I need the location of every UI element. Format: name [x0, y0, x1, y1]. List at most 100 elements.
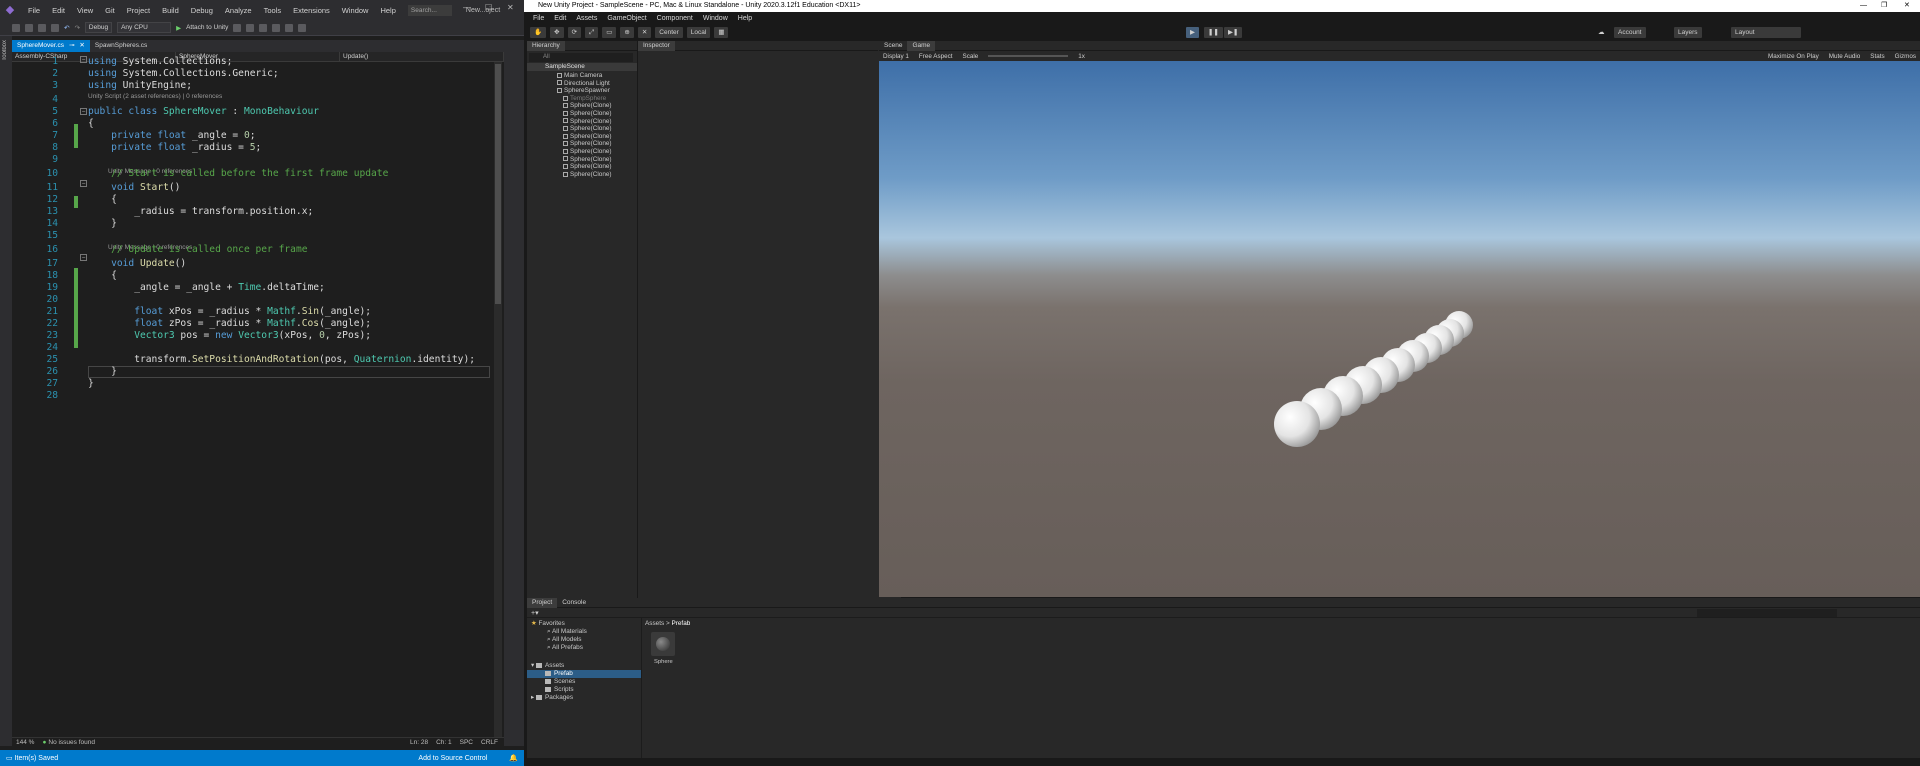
menu-analyze[interactable]: Analyze — [219, 6, 258, 15]
code-line[interactable]: void Start() — [88, 182, 180, 194]
scale-tool-icon[interactable]: ⤢ — [585, 26, 599, 38]
maximize-icon[interactable]: ☐ — [485, 3, 492, 12]
toolbar-icon[interactable] — [233, 23, 242, 32]
menu-window[interactable]: Window — [698, 15, 733, 22]
tab-game[interactable]: Game — [907, 40, 936, 51]
packages-folder[interactable]: ▸ Packages — [531, 694, 573, 702]
undo-icon[interactable]: ↶ — [64, 24, 69, 32]
minimize-icon[interactable]: — — [463, 3, 471, 12]
tab-inspector[interactable]: Inspector — [638, 40, 675, 51]
code-line[interactable]: float zPos = _radius * Mathf.Cos(_angle)… — [88, 318, 371, 330]
save-all-icon[interactable] — [51, 23, 59, 32]
toolbox-strip[interactable]: Toolbox — [0, 36, 12, 746]
favorite-all-models[interactable]: ⌕ All Models — [547, 636, 582, 644]
tab-console[interactable]: Console — [557, 598, 591, 608]
tab-scene[interactable]: Scene — [879, 41, 907, 51]
account-dropdown[interactable]: Account — [1614, 26, 1646, 38]
menu-gameobject[interactable]: GameObject — [602, 15, 651, 22]
member-dropdown[interactable]: Update() — [340, 52, 504, 61]
menu-extensions[interactable]: Extensions — [287, 6, 336, 15]
display-dropdown[interactable]: Display 1 — [883, 53, 909, 60]
custom-tool-icon[interactable]: ✕ — [637, 26, 652, 38]
tab-project[interactable]: Project — [527, 597, 558, 608]
toolbox-label[interactable]: Toolbox — [2, 40, 8, 61]
grid-snap-icon[interactable]: ▦ — [714, 26, 729, 38]
close-tab-icon[interactable]: ✕ — [79, 40, 84, 52]
hand-tool-icon[interactable]: ✋ — [530, 26, 547, 38]
layout-dropdown[interactable]: Layout — [1731, 26, 1801, 38]
rect-tool-icon[interactable]: ▭ — [602, 26, 617, 38]
play-button-icon[interactable]: ▶ — [1186, 26, 1199, 38]
favorite-all-prefabs[interactable]: ⌕ All Prefabs — [547, 644, 583, 652]
gizmos-button[interactable]: Gizmos — [1895, 53, 1916, 60]
folder-scenes[interactable]: Scenes — [545, 678, 575, 686]
minimize-icon[interactable]: — — [1860, 0, 1867, 12]
assets-folder[interactable]: ▾ Assets — [531, 662, 564, 670]
tab-hierarchy[interactable]: Hierarchy — [527, 40, 565, 51]
project-search-input[interactable] — [1697, 609, 1837, 617]
game-view[interactable] — [879, 61, 1920, 597]
code-line[interactable]: using UnityEngine; — [88, 80, 192, 92]
pin-icon[interactable]: ⊸ — [69, 40, 74, 52]
layers-dropdown[interactable]: Layers — [1674, 26, 1702, 38]
fold-icon[interactable]: − — [80, 108, 87, 115]
bookmark-icon[interactable] — [285, 23, 294, 32]
code-line[interactable]: _angle = _angle + Time.deltaTime; — [88, 282, 325, 294]
code-line[interactable]: { — [88, 194, 117, 206]
aspect-dropdown[interactable]: Free Aspect — [919, 53, 953, 60]
configuration-select[interactable]: Debug — [84, 22, 113, 33]
vs-search-input[interactable]: Search... — [407, 4, 452, 16]
menu-view[interactable]: View — [71, 6, 99, 15]
move-tool-icon[interactable]: ✥ — [550, 26, 564, 38]
code-line[interactable]: // Start is called before the first fram… — [88, 168, 388, 180]
rotate-tool-icon[interactable]: ⟳ — [567, 26, 581, 38]
mute-audio-button[interactable]: Mute Audio — [1829, 53, 1861, 60]
breadcrumb-prefab[interactable]: Prefab — [671, 620, 690, 627]
maximize-on-play-button[interactable]: Maximize On Play — [1768, 53, 1819, 60]
codelens-class[interactable]: Unity Script (2 asset references) | 0 re… — [88, 92, 222, 101]
attach-to-unity-button[interactable]: Attach to Unity — [186, 24, 228, 31]
redo-icon[interactable]: ↷ — [74, 24, 79, 32]
toolbar-icon[interactable] — [259, 23, 268, 32]
code-line[interactable]: transform.SetPositionAndRotation(pos, Qu… — [88, 354, 475, 366]
add-icon[interactable]: +▾ — [531, 609, 539, 617]
pause-button-icon[interactable]: ❚❚ — [1204, 26, 1223, 38]
code-line[interactable]: } — [88, 218, 117, 230]
menu-build[interactable]: Build — [156, 6, 185, 15]
hierarchy-search-input[interactable]: All — [529, 53, 633, 62]
menu-project[interactable]: Project — [121, 6, 156, 15]
close-icon[interactable]: ✕ — [1904, 0, 1910, 12]
issues-status[interactable]: No issues found — [48, 739, 95, 746]
code-editor[interactable]: − − − − Unity Script (2 asset references… — [12, 56, 494, 740]
fold-icon[interactable]: − — [80, 56, 87, 63]
menu-window[interactable]: Window — [336, 6, 375, 15]
menu-edit[interactable]: Edit — [46, 6, 71, 15]
pivot-local-button[interactable]: Local — [686, 26, 711, 38]
editor-scrollbar[interactable] — [494, 62, 502, 740]
collab-icon[interactable]: ☁ — [1598, 28, 1605, 36]
code-line[interactable]: float xPos = _radius * Mathf.Sin(_angle)… — [88, 306, 371, 318]
pivot-center-button[interactable]: Center — [655, 26, 683, 38]
notification-icon[interactable]: 🔔 — [509, 754, 518, 762]
folder-prefab[interactable]: Prefab — [545, 670, 573, 678]
code-line[interactable]: // Update is called once per frame — [88, 244, 307, 256]
menu-component[interactable]: Component — [652, 15, 698, 22]
new-file-icon[interactable] — [12, 23, 20, 32]
code-line[interactable]: { — [88, 118, 94, 130]
code-line[interactable]: private float _angle = 0; — [88, 130, 255, 142]
menu-edit[interactable]: Edit — [549, 15, 571, 22]
fold-icon[interactable]: − — [80, 180, 87, 187]
code-line[interactable]: } — [88, 378, 94, 390]
menu-tools[interactable]: Tools — [258, 6, 288, 15]
menu-file[interactable]: File — [22, 6, 46, 15]
add-to-source-control-button[interactable]: Add to Source Control — [418, 755, 487, 762]
start-debug-icon[interactable]: ▶ — [176, 24, 181, 32]
code-line[interactable]: using System.Collections.Generic; — [88, 68, 279, 80]
tab-spheremover[interactable]: SphereMover.cs ⊸ ✕ — [12, 40, 90, 52]
scale-slider[interactable] — [988, 55, 1069, 57]
stats-button[interactable]: Stats — [1870, 53, 1884, 60]
menu-help[interactable]: Help — [374, 6, 401, 15]
step-button-icon[interactable]: ▶❚ — [1224, 26, 1243, 38]
menu-debug[interactable]: Debug — [185, 6, 219, 15]
save-icon[interactable] — [38, 23, 46, 32]
